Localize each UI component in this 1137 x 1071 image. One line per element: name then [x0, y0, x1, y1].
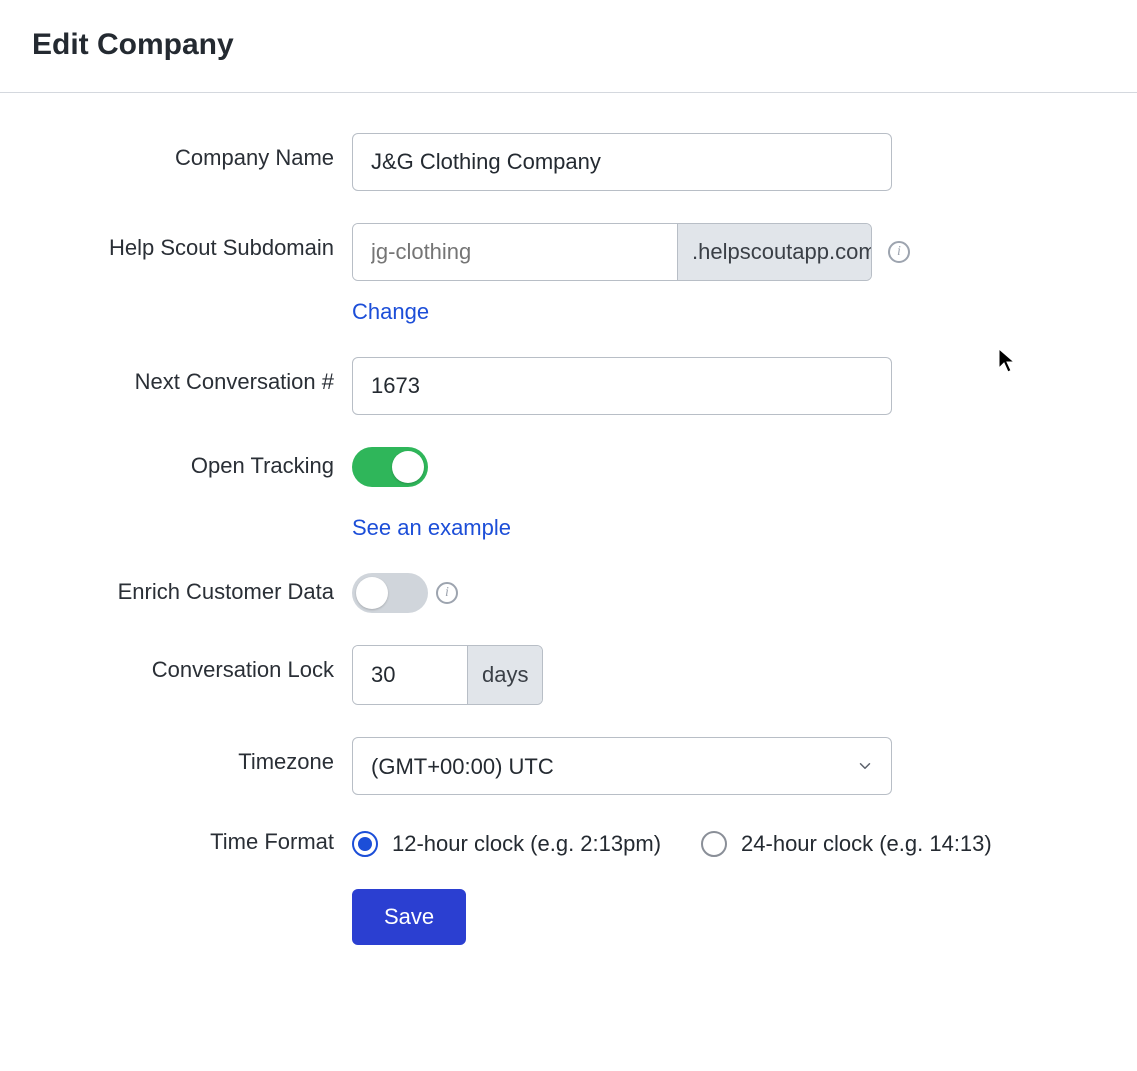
- subdomain-suffix: .helpscoutapp.com: [677, 224, 872, 280]
- timezone-select[interactable]: (GMT+00:00) UTC: [352, 737, 892, 795]
- time-format-12-label: 12-hour clock (e.g. 2:13pm): [392, 831, 661, 857]
- time-format-24-label: 24-hour clock (e.g. 14:13): [741, 831, 992, 857]
- row-open-tracking: Open Tracking See an example: [0, 447, 1137, 541]
- radio-icon: [352, 831, 378, 857]
- row-company-name: Company Name: [0, 133, 1137, 191]
- label-subdomain: Help Scout Subdomain: [0, 223, 352, 261]
- save-button[interactable]: Save: [352, 889, 466, 945]
- subdomain-input[interactable]: [353, 224, 677, 280]
- label-company-name: Company Name: [0, 133, 352, 171]
- label-timezone: Timezone: [0, 737, 352, 775]
- toggle-knob: [392, 451, 424, 483]
- label-time-format: Time Format: [0, 827, 352, 855]
- row-save: Save: [0, 889, 1137, 945]
- conversation-lock-input[interactable]: [353, 646, 467, 704]
- label-conversation-lock: Conversation Lock: [0, 645, 352, 683]
- next-conversation-input[interactable]: [352, 357, 892, 415]
- conversation-lock-group: days: [352, 645, 543, 705]
- cursor-icon: [998, 348, 1018, 380]
- time-format-12-radio[interactable]: 12-hour clock (e.g. 2:13pm): [352, 831, 661, 857]
- info-icon[interactable]: i: [436, 582, 458, 604]
- label-enrich: Enrich Customer Data: [0, 573, 352, 605]
- row-subdomain: Help Scout Subdomain .helpscoutapp.com i…: [0, 223, 1137, 325]
- page-title: Edit Company: [0, 0, 1137, 92]
- edit-company-form: Company Name Help Scout Subdomain .helps…: [0, 93, 1137, 945]
- subdomain-group: .helpscoutapp.com: [352, 223, 872, 281]
- enrich-toggle[interactable]: [352, 573, 428, 613]
- label-next-conversation: Next Conversation #: [0, 357, 352, 395]
- info-icon[interactable]: i: [888, 241, 910, 263]
- row-conversation-lock: Conversation Lock days: [0, 645, 1137, 705]
- toggle-knob: [356, 577, 388, 609]
- change-subdomain-link[interactable]: Change: [352, 299, 429, 325]
- time-format-24-radio[interactable]: 24-hour clock (e.g. 14:13): [701, 831, 992, 857]
- conversation-lock-suffix: days: [467, 646, 542, 704]
- row-time-format: Time Format 12-hour clock (e.g. 2:13pm) …: [0, 827, 1137, 857]
- row-next-conversation: Next Conversation #: [0, 357, 1137, 415]
- radio-icon: [701, 831, 727, 857]
- see-example-link[interactable]: See an example: [352, 515, 511, 541]
- open-tracking-toggle[interactable]: [352, 447, 428, 487]
- label-open-tracking: Open Tracking: [0, 447, 352, 479]
- company-name-input[interactable]: [352, 133, 892, 191]
- row-enrich: Enrich Customer Data i: [0, 573, 1137, 613]
- row-timezone: Timezone (GMT+00:00) UTC: [0, 737, 1137, 795]
